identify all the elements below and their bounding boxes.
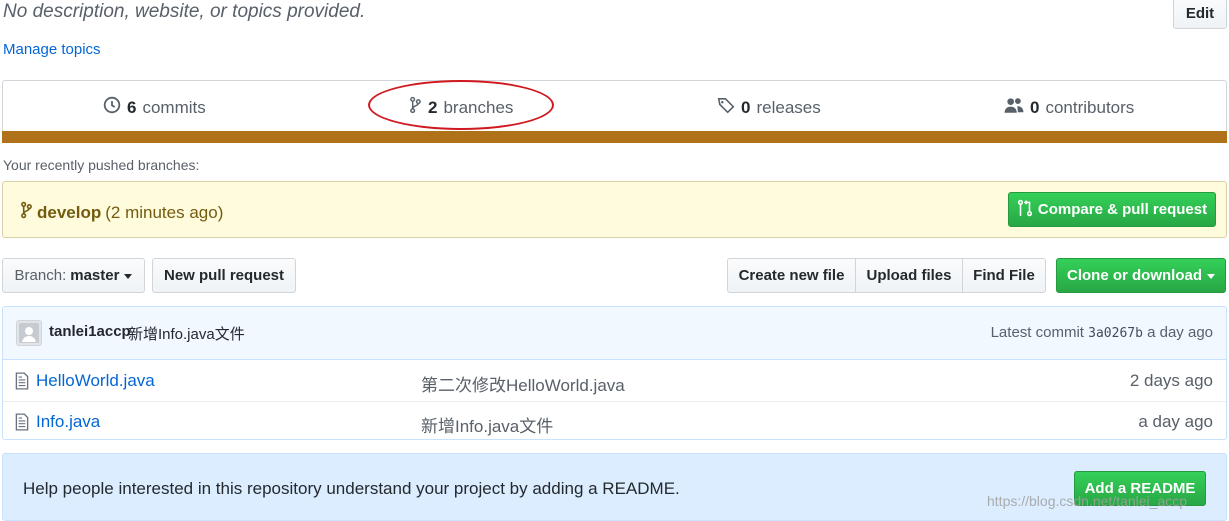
file-commit-message[interactable]: 新增Info.java文件 — [421, 412, 553, 437]
file-age: 2 days ago — [1129, 371, 1213, 390]
commits-count: 6 — [127, 97, 137, 117]
file-name-link[interactable]: HelloWorld.java — [36, 371, 155, 391]
find-file-button[interactable]: Find File — [962, 258, 1046, 293]
file-age: a day ago — [1138, 412, 1213, 431]
recent-branch-time: (2 minutes ago) — [105, 202, 224, 222]
contributors-count: 0 — [1030, 97, 1040, 117]
latest-commit-label: Latest commit — [990, 324, 1084, 341]
commit-age: a day ago — [1147, 324, 1213, 341]
contributors-label: contributors — [1045, 97, 1135, 117]
commit-tease: tanlei1accp 新增Info.java文件 Latest commit … — [3, 307, 1226, 360]
branch-prefix: Branch: — [14, 267, 67, 284]
table-row: HelloWorld.java 第二次修改HelloWorld.java 2 d… — [3, 361, 1226, 401]
file-icon — [15, 372, 29, 394]
releases-count: 0 — [741, 97, 751, 117]
compare-pull-request-button[interactable]: Compare & pull request — [1008, 192, 1216, 227]
highlight-ellipse — [368, 80, 554, 130]
new-pull-request-button[interactable]: New pull request — [152, 258, 296, 293]
branch-name: master — [70, 267, 120, 284]
compare-label: Compare & pull request — [1037, 201, 1208, 218]
readme-prompt-text: Help people interested in this repositor… — [23, 479, 680, 498]
file-icon — [15, 413, 29, 435]
avatar[interactable] — [16, 320, 42, 346]
clone-label: Clone or download — [1067, 267, 1202, 284]
git-compare-icon — [1017, 199, 1033, 221]
table-row: Info.java 新增Info.java文件 a day ago — [3, 401, 1226, 439]
commit-author[interactable]: tanlei1accp — [49, 323, 131, 340]
language-bar — [2, 131, 1227, 143]
recent-branch: develop (2 minutes ago) — [20, 201, 223, 224]
create-new-file-button[interactable]: Create new file — [727, 258, 856, 293]
upload-files-button[interactable]: Upload files — [855, 258, 963, 293]
commits-link[interactable]: 6 commits — [103, 96, 206, 119]
commits-label: commits — [142, 97, 206, 117]
manage-topics-link[interactable]: Manage topics — [3, 41, 101, 58]
history-icon — [103, 96, 121, 119]
commit-sha[interactable]: 3a0267b — [1088, 326, 1143, 341]
caret-down-icon — [1207, 274, 1215, 279]
file-table: tanlei1accp 新增Info.java文件 Latest commit … — [2, 306, 1227, 440]
edit-button[interactable]: Edit — [1173, 0, 1227, 29]
repo-description: No description, website, or topics provi… — [3, 1, 366, 22]
recent-branches-label: Your recently pushed branches: — [3, 157, 200, 173]
releases-link[interactable]: 0 releases — [717, 96, 821, 119]
git-branch-icon — [20, 201, 33, 224]
caret-down-icon — [124, 274, 133, 279]
branch-select[interactable]: Branch: master — [2, 258, 145, 293]
file-commit-message[interactable]: 第二次修改HelloWorld.java — [421, 371, 625, 396]
clone-or-download-button[interactable]: Clone or download — [1056, 258, 1226, 293]
file-name-link[interactable]: Info.java — [36, 412, 100, 432]
people-icon — [1004, 96, 1024, 119]
releases-label: releases — [756, 97, 821, 117]
latest-commit: Latest commit 3a0267b a day ago — [991, 324, 1213, 341]
commit-message[interactable]: 新增Info.java文件 — [128, 323, 245, 344]
recent-branch-name[interactable]: develop — [37, 203, 101, 223]
watermark: https://blog.csdn.net/tanlei_accp — [987, 493, 1188, 509]
tag-icon — [717, 96, 735, 119]
contributors-link[interactable]: 0 contributors — [1004, 96, 1134, 119]
